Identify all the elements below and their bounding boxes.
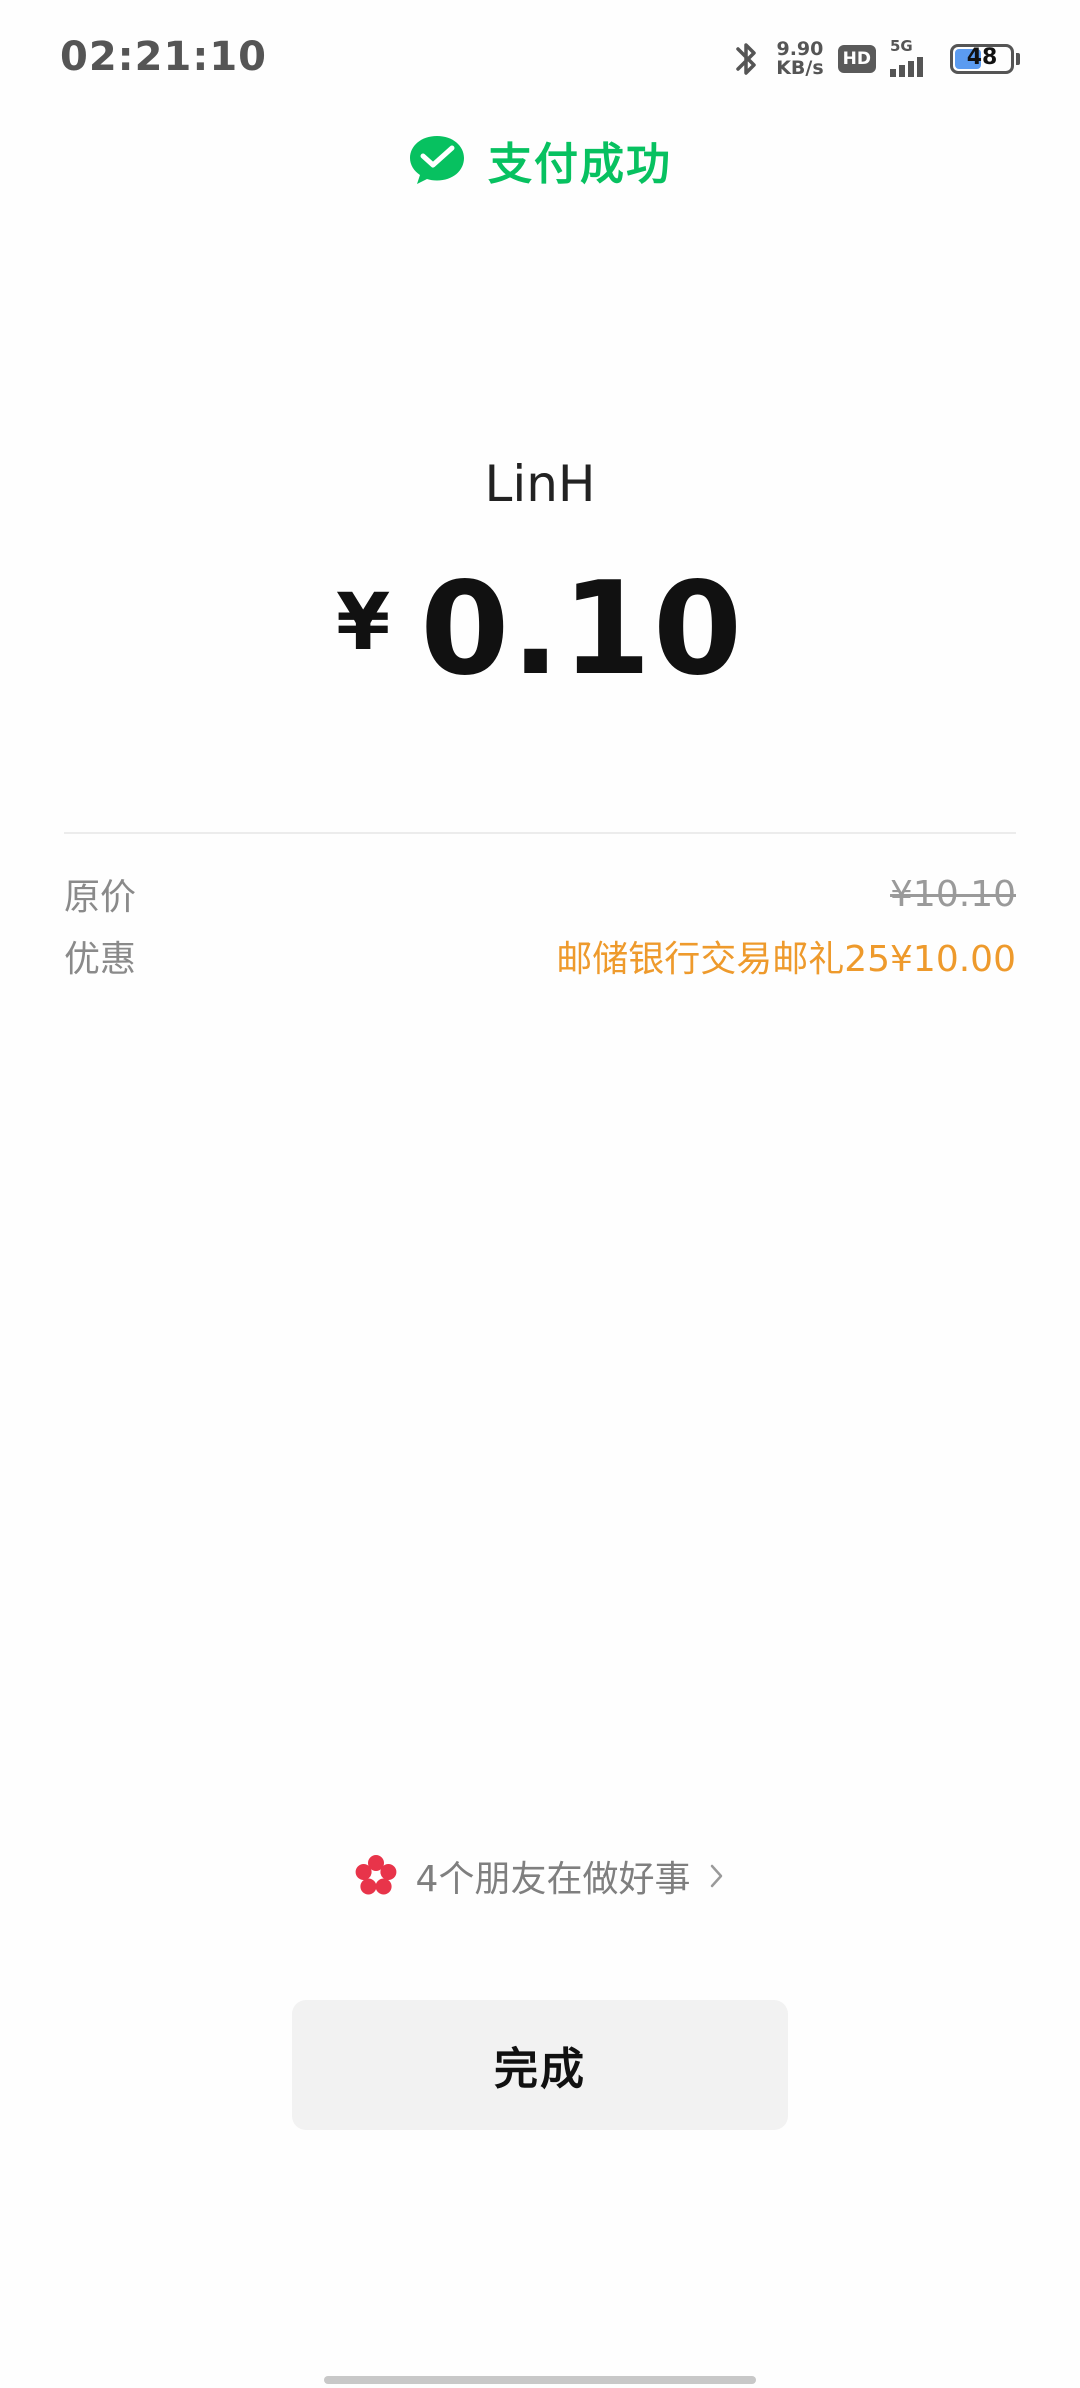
original-price-label: 原价: [64, 877, 137, 918]
hd-icon: HD: [837, 45, 876, 73]
status-icons: 9.90 KB/s HD 5G 48: [730, 36, 1020, 82]
network-speed-unit: KB/s: [776, 57, 824, 79]
bluetooth-icon: [736, 43, 756, 75]
signal-bars: [890, 57, 923, 77]
home-indicator[interactable]: [324, 2376, 756, 2384]
chevron-right-icon: [711, 1864, 723, 1888]
battery-level: 48: [966, 45, 998, 70]
done-button[interactable]: 完成: [292, 2000, 788, 2130]
discount-label: 优惠: [64, 939, 137, 980]
discount-row: 优惠 邮储银行交易邮礼25¥10.00: [64, 930, 1016, 982]
battery-cap: [1016, 53, 1020, 65]
original-price-value: ¥10.10: [890, 873, 1016, 915]
network-speed: 9.90 KB/s: [776, 40, 823, 78]
red-flower-icon: [355, 1855, 396, 1895]
signal-icon: 5G: [890, 37, 936, 77]
payment-success-screen: 02:21:10 9.90 KB/s HD 5G 48 支付成功 LinH ¥ …: [0, 0, 1080, 2388]
original-price-row: 原价 ¥10.10: [64, 868, 1016, 920]
battery-icon: 48: [950, 44, 1014, 74]
success-title: 支付成功: [488, 139, 672, 190]
divider: [64, 832, 1016, 834]
wechat-pay-check-icon: [410, 136, 464, 184]
currency-symbol: ¥: [335, 578, 391, 668]
friends-good-deeds-link[interactable]: 4个朋友在做好事: [0, 1850, 1080, 1902]
discount-value: 邮储银行交易邮礼25¥10.00: [556, 939, 1016, 980]
amount-display: ¥ 0.10: [0, 560, 1080, 700]
success-header: 支付成功: [0, 128, 1080, 192]
status-time: 02:21:10: [60, 34, 267, 80]
payee-name: LinH: [484, 455, 596, 513]
network-type-label: 5G: [890, 37, 913, 55]
friends-text: 4个朋友在做好事: [415, 1859, 691, 1900]
payment-amount: 0.10: [420, 555, 745, 704]
status-bar: 02:21:10 9.90 KB/s HD 5G 48: [0, 0, 1080, 120]
